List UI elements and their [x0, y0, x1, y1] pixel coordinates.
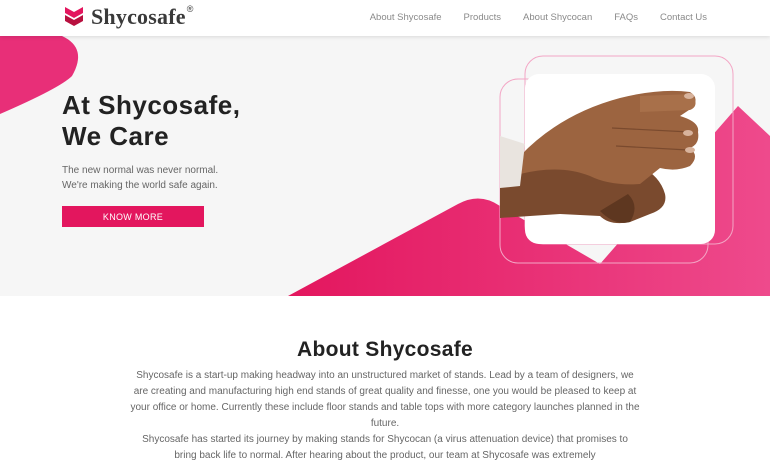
about-section-body: Shycosafe is a start-up making headway i… — [130, 368, 640, 464]
nav-faqs[interactable]: FAQs — [614, 12, 638, 23]
nav-about-shycosafe[interactable]: About Shycosafe — [370, 12, 442, 23]
hero-title: At Shycosafe, We Care — [62, 90, 240, 152]
nav-contact-us[interactable]: Contact Us — [660, 12, 707, 23]
about-paragraph-2: Shycosafe has started its journey by mak… — [142, 434, 628, 461]
hero-section: At Shycosafe, We Care The new normal was… — [0, 36, 770, 296]
hero-subtitle-line2: We're making the world safe again. — [62, 180, 218, 191]
hero-title-line1: At Shycosafe, — [62, 90, 241, 120]
know-more-button[interactable]: KNOW MORE — [62, 206, 204, 227]
hero-subtitle-line1: The new normal was never normal. — [62, 165, 219, 176]
hero-title-line2: We Care — [62, 121, 170, 151]
about-section-title: About Shycosafe — [296, 338, 474, 361]
nav-products[interactable]: Products — [464, 12, 502, 23]
top-navbar: Shycosafe ® About Shycosafe Products Abo… — [0, 0, 770, 36]
brand-logo[interactable]: Shycosafe ® — [63, 4, 193, 30]
main-menu: About Shycosafe Products About Shycocan … — [370, 12, 707, 23]
about-paragraph-1: Shycosafe is a start-up making headway i… — [130, 370, 640, 429]
brand-name: Shycosafe — [91, 4, 186, 29]
hero-subtitle: The new normal was never normal. We're m… — [62, 163, 218, 193]
shield-chevron-icon — [65, 7, 83, 26]
registered-mark: ® — [186, 4, 194, 14]
nav-about-shycocan[interactable]: About Shycocan — [523, 12, 592, 23]
